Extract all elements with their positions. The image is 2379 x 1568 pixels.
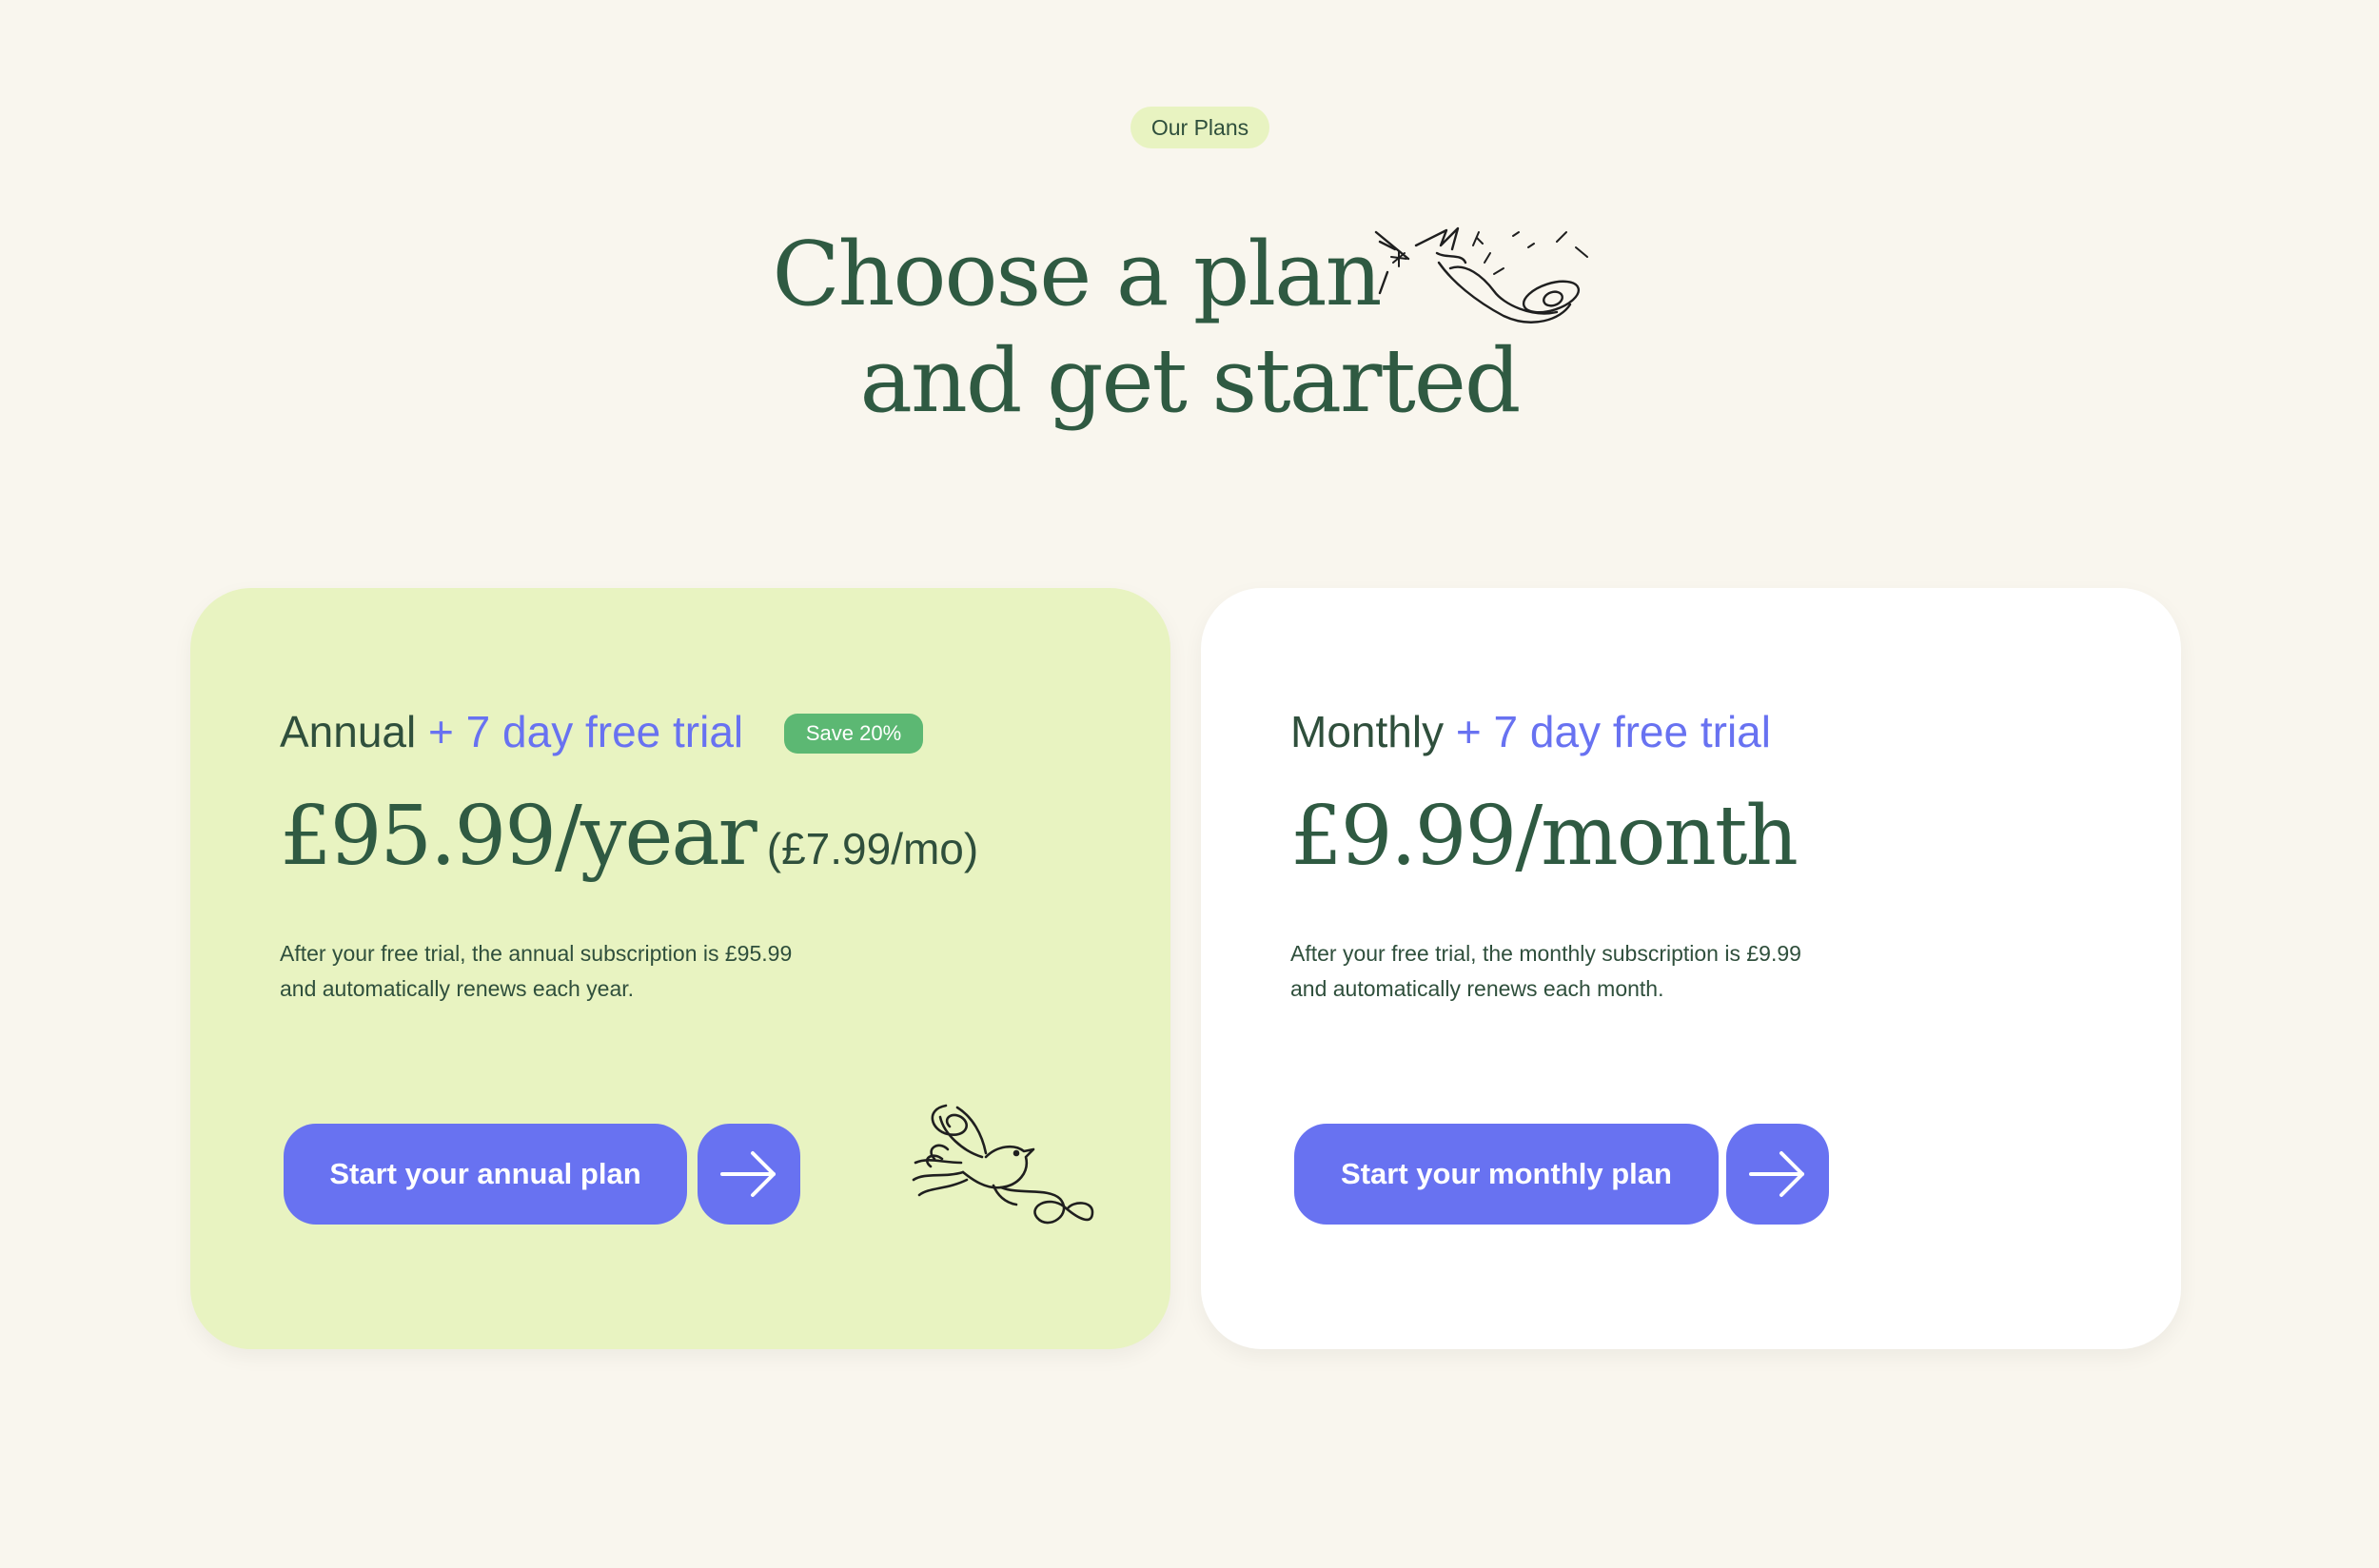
monthly-plan-description: After your free trial, the monthly subsc… xyxy=(1290,936,1899,1007)
monthly-description-line-1: After your free trial, the monthly subsc… xyxy=(1290,941,1801,966)
monthly-description-line-2: and automatically renews each month. xyxy=(1290,976,1664,1001)
annual-plan-card: Annual + 7 day free trial Save 20% £95.9… xyxy=(190,588,1170,1349)
annual-price-per-month: (£7.99/mo) xyxy=(766,824,979,873)
monthly-plan-card: Monthly + 7 day free trial £9.99/month A… xyxy=(1201,588,2181,1349)
headline-line-1: Choose a plan xyxy=(772,223,1383,325)
bird-illustration xyxy=(912,1104,1094,1225)
arrow-right-icon xyxy=(720,1151,776,1197)
annual-plan-title: Annual + 7 day free trial xyxy=(280,704,743,759)
monthly-plan-name: Monthly xyxy=(1290,707,1445,756)
start-annual-plan-button[interactable]: Start your annual plan xyxy=(284,1124,687,1225)
annual-description-line-1: After your free trial, the annual subscr… xyxy=(280,941,793,966)
annual-price-amount: £95.99/year xyxy=(280,789,757,884)
monthly-price: £9.99/month xyxy=(1290,784,1799,889)
fairy-illustration xyxy=(1374,226,1588,323)
start-monthly-plan-button[interactable]: Start your monthly plan xyxy=(1294,1124,1719,1225)
our-plans-badge: Our Plans xyxy=(1131,107,1269,148)
headline-line-2: and get started xyxy=(859,329,1522,432)
annual-plan-name: Annual xyxy=(280,707,417,756)
annual-trial-label: + 7 day free trial xyxy=(428,707,744,756)
monthly-trial-label: + 7 day free trial xyxy=(1455,707,1771,756)
monthly-arrow-button[interactable] xyxy=(1726,1124,1829,1225)
monthly-price-amount: £9.99/month xyxy=(1290,789,1799,884)
page-headline: Choose a plan and get started xyxy=(0,221,2379,434)
annual-description-line-2: and automatically renews each year. xyxy=(280,976,635,1001)
annual-price: £95.99/year (£7.99/mo) xyxy=(280,784,978,901)
arrow-right-icon xyxy=(1749,1151,1804,1197)
annual-plan-description: After your free trial, the annual subscr… xyxy=(280,936,889,1007)
save-badge: Save 20% xyxy=(784,714,923,754)
annual-arrow-button[interactable] xyxy=(698,1124,800,1225)
monthly-plan-title: Monthly + 7 day free trial xyxy=(1290,704,1771,759)
